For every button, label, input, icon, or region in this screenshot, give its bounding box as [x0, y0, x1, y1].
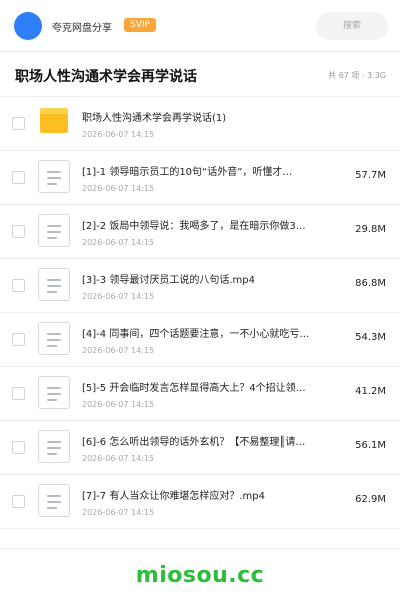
- item-name: [1]-1 领导暗示员工的10句“话外音”，听懂才…: [82, 167, 293, 178]
- item-date: 2026-06-07 14:15: [82, 130, 155, 139]
- item-size: 86.8M: [355, 278, 386, 289]
- item-date: 2026-06-07 14:15: [82, 454, 155, 463]
- item-name: [6]-6 怎么听出领导的话外玄机？【不易整理║请…: [82, 437, 306, 448]
- page-title: 职场人性沟通术学会再学说话: [15, 69, 197, 85]
- file-list: 职场人性沟通术学会再学说话(1) 2026-06-07 14:15 [1]-1 …: [0, 97, 400, 529]
- document-icon: [38, 160, 70, 193]
- select-checkbox[interactable]: [12, 279, 25, 292]
- avatar[interactable]: [14, 12, 42, 40]
- item-size: 54.3M: [355, 332, 386, 343]
- app-name: 夸克网盘分享: [52, 23, 112, 34]
- select-checkbox[interactable]: [12, 171, 25, 184]
- list-item[interactable]: [2]-2 饭局中领导说：我喝多了，是在暗示你做3… 2026-06-07 14…: [0, 205, 400, 259]
- list-item[interactable]: 职场人性沟通术学会再学说话(1) 2026-06-07 14:15: [0, 97, 400, 151]
- item-size: 56.1M: [355, 440, 386, 451]
- title-row: 职场人性沟通术学会再学说话 共 67 项 · 3.3G: [0, 52, 400, 97]
- item-name: [7]-7 有人当众让你难堪怎样应对？.mp4: [82, 491, 265, 502]
- select-checkbox[interactable]: [12, 117, 25, 130]
- list-item[interactable]: [6]-6 怎么听出领导的话外玄机？【不易整理║请… 2026-06-07 14…: [0, 421, 400, 475]
- svip-badge: SVIP: [124, 18, 156, 32]
- document-icon: [38, 484, 70, 517]
- document-icon: [38, 268, 70, 301]
- list-item[interactable]: [4]-4 同事间，四个话题要注意，一不小心就吃亏… 2026-06-07 14…: [0, 313, 400, 367]
- item-date: 2026-06-07 14:15: [82, 508, 155, 517]
- top-bar: 夸克网盘分享 SVIP: [0, 0, 400, 52]
- item-date: 2026-06-07 14:15: [82, 184, 155, 193]
- select-checkbox[interactable]: [12, 441, 25, 454]
- select-checkbox[interactable]: [12, 495, 25, 508]
- list-item[interactable]: [3]-3 领导最讨厌员工说的八句话.mp4 2026-06-07 14:15 …: [0, 259, 400, 313]
- document-icon: [38, 322, 70, 355]
- item-summary: 共 67 项 · 3.3G: [328, 71, 386, 80]
- folder-icon: [40, 108, 68, 134]
- item-size: 62.9M: [355, 494, 386, 505]
- item-date: 2026-06-07 14:15: [82, 400, 155, 409]
- list-item[interactable]: [7]-7 有人当众让你难堪怎样应对？.mp4 2026-06-07 14:15…: [0, 475, 400, 529]
- list-item[interactable]: [5]-5 开会临时发言怎样显得高大上？4个招让领… 2026-06-07 14…: [0, 367, 400, 421]
- select-checkbox[interactable]: [12, 225, 25, 238]
- item-size: 41.2M: [355, 386, 386, 397]
- document-icon: [38, 214, 70, 247]
- select-checkbox[interactable]: [12, 333, 25, 346]
- item-name: 职场人性沟通术学会再学说话(1): [82, 113, 227, 124]
- watermark: miosou.cc: [135, 563, 265, 588]
- document-icon: [38, 376, 70, 409]
- item-date: 2026-06-07 14:15: [82, 292, 155, 301]
- document-icon: [38, 430, 70, 463]
- item-name: [5]-5 开会临时发言怎样显得高大上？4个招让领…: [82, 383, 306, 394]
- select-checkbox[interactable]: [12, 387, 25, 400]
- search-input[interactable]: [316, 12, 388, 40]
- item-name: [2]-2 饭局中领导说：我喝多了，是在暗示你做3…: [82, 221, 306, 232]
- item-size: 29.8M: [355, 224, 386, 235]
- item-size: 57.7M: [355, 170, 386, 181]
- item-date: 2026-06-07 14:15: [82, 346, 155, 355]
- item-date: 2026-06-07 14:15: [82, 238, 155, 247]
- item-name: [3]-3 领导最讨厌员工说的八句话.mp4: [82, 275, 255, 286]
- list-item[interactable]: [1]-1 领导暗示员工的10句“话外音”，听懂才… 2026-06-07 14…: [0, 151, 400, 205]
- item-name: [4]-4 同事间，四个话题要注意，一不小心就吃亏…: [82, 329, 310, 340]
